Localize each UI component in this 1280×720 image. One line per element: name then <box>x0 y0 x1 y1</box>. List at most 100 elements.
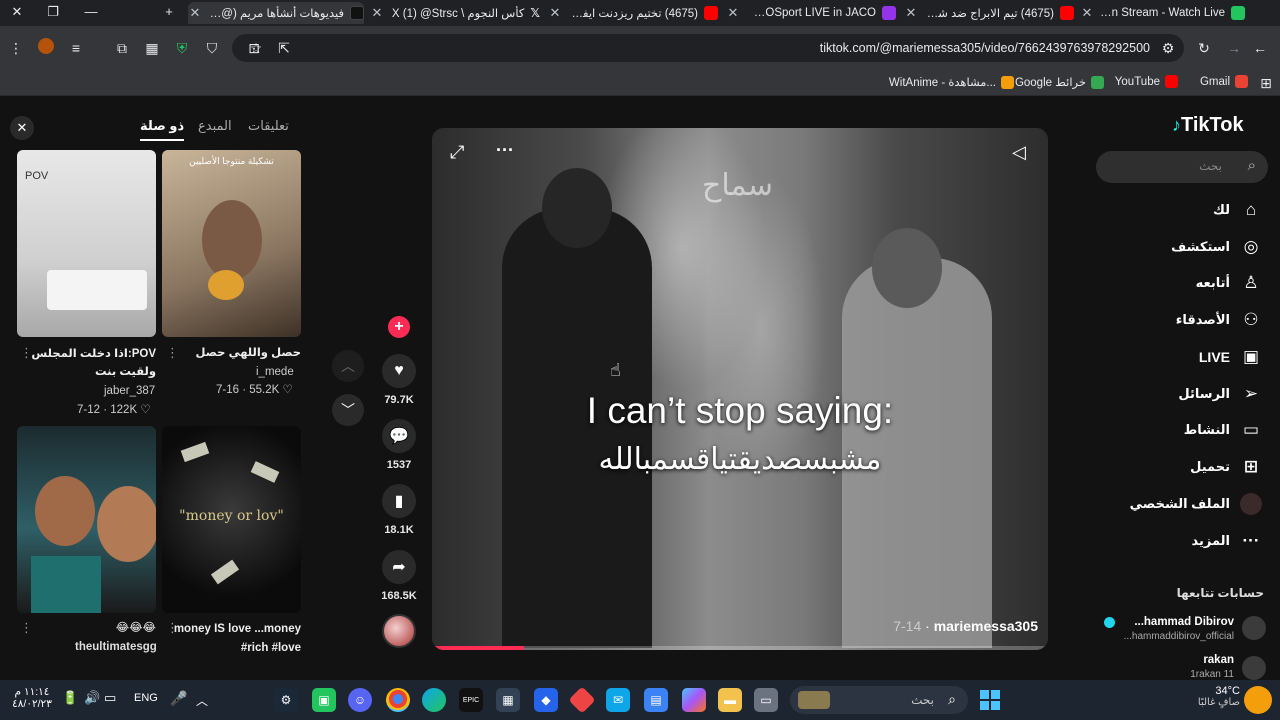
related-video-author[interactable]: jaber_387 <box>104 385 155 397</box>
related-video-caption[interactable]: POV:اذا دخلت المجلس ولقيت بنت بعمري#مايك… <box>17 345 156 381</box>
forward-arrow-icon[interactable]: → <box>1224 38 1244 58</box>
steam-icon[interactable]: ⚙ <box>274 688 298 712</box>
clock[interactable]: ١١:١٤ م ٤٨/٠٢/٢٣ <box>10 686 54 710</box>
video-progress-track[interactable] <box>432 646 1048 650</box>
tab-close-icon[interactable]: ✕ <box>1080 5 1094 21</box>
display-icon[interactable]: ▭ <box>104 690 116 706</box>
language-indicator[interactable]: ENG <box>134 692 158 704</box>
more-options-icon[interactable]: ⋮ <box>166 620 179 636</box>
related-video-author[interactable]: i_mede <box>256 366 294 378</box>
reload-icon[interactable]: ↻ <box>1194 38 1214 58</box>
back-arrow-icon[interactable]: ← <box>1250 38 1270 58</box>
bookmark-youtube[interactable]: YouTube <box>1115 75 1178 88</box>
nav-user-follow[interactable]: ♙ أتابعه <box>1196 272 1262 294</box>
tiktok-logo[interactable]: ♪TikTok <box>1172 114 1244 137</box>
edge-icon[interactable] <box>422 688 446 712</box>
nav-send[interactable]: ➢ الرسائل <box>1178 383 1262 405</box>
next-video-button[interactable]: ﹀ <box>332 394 364 426</box>
restore-window-icon[interactable]: ❐ <box>44 4 62 20</box>
related-video-author[interactable]: theultimatesgg <box>75 641 157 653</box>
related-video-thumbnail[interactable]: "money or lov" <box>162 426 301 613</box>
minimize-window-icon[interactable]: — <box>82 4 100 20</box>
nav-compass[interactable]: ◎ استكشف <box>1171 236 1262 258</box>
nav-activity[interactable]: ▭ النشاط <box>1184 419 1262 441</box>
tab-related[interactable]: ذو صلة <box>140 118 185 141</box>
app-green-icon[interactable]: ▣ <box>312 688 336 712</box>
bookmark-witanime[interactable]: WitAnime - مشاهدة... <box>889 75 1014 89</box>
tab-jacosport[interactable]: ✕ JACOSport LIVE in JACO - <box>726 2 896 24</box>
like-button[interactable]: ♥ 79.7K <box>380 354 418 406</box>
save-button[interactable]: ▮ 18.1K <box>380 484 418 536</box>
tab-close-icon[interactable]: ✕ <box>370 5 384 21</box>
previous-video-button[interactable]: ︿ <box>332 350 364 382</box>
address-bar[interactable]: ⊡ ⇱ ☆ tiktok.com/@mariemessa305/video/76… <box>232 34 1184 62</box>
bookmark-google-maps[interactable]: Google خرائط <box>1015 75 1104 89</box>
tab-youtube-1[interactable]: ✕ (4675) تيم الابراج ضد شونق <box>904 2 1074 24</box>
weather-icon[interactable] <box>1244 686 1272 714</box>
nav-profile[interactable]: الملف الشخصي <box>1130 493 1262 515</box>
tray-chevron-icon[interactable]: ︿ <box>196 692 208 709</box>
tab-close-icon[interactable]: ✕ <box>188 5 202 21</box>
star-icon[interactable]: ☆ <box>246 38 266 58</box>
microphone-icon[interactable]: 🎤 <box>170 690 187 707</box>
share-icon[interactable]: ⇱ <box>274 38 294 58</box>
outlook-icon[interactable]: ✉ <box>606 688 630 712</box>
comment-button[interactable]: 💬 1537 <box>380 419 418 471</box>
extensions-icon[interactable]: ⧉ <box>112 38 132 58</box>
related-video-caption[interactable]: حصل واللهي حصل <box>162 345 302 359</box>
app-diamond-icon[interactable] <box>568 686 596 714</box>
nav-live[interactable]: ▣ LIVE <box>1199 346 1262 368</box>
store-icon[interactable]: ▤ <box>644 688 668 712</box>
nav-more[interactable]: ··· المزيد <box>1191 530 1262 552</box>
tab-youtube-2[interactable]: ✕ (4675) تختيم ريزدنت ايفل 7 <box>548 2 718 24</box>
apps-grid-icon[interactable]: ⊞ <box>1256 73 1276 93</box>
shield-green-icon[interactable]: ⛨ <box>172 38 192 58</box>
video-author-line[interactable]: 7-14 · mariemessa305 <box>893 618 1038 634</box>
following-account[interactable]: ...hammad Dibirov ...hammaddibirov_offic… <box>1100 612 1266 642</box>
dropbox-icon[interactable]: ◆ <box>534 688 558 712</box>
search-input[interactable]: بحث ⌕ <box>1096 151 1268 183</box>
fullscreen-icon[interactable]: ⤢ <box>450 142 464 163</box>
tab-close-icon[interactable]: ✕ <box>726 5 740 21</box>
tab-creator[interactable]: المبدع <box>198 118 232 134</box>
share-button[interactable]: ➦ 168.5K <box>380 550 418 602</box>
video-player[interactable]: سماح I can’t stop saying: مشبسصديقتياقسم… <box>432 128 1048 650</box>
kebab-menu-icon[interactable]: ⋮ <box>6 38 26 58</box>
site-settings-icon[interactable]: ⚙ <box>1158 38 1178 58</box>
related-video-thumbnail[interactable]: POV <box>17 150 156 337</box>
app-icon[interactable]: ▦ <box>496 688 520 712</box>
extension-icon[interactable]: ▦ <box>142 38 162 58</box>
windows-start-icon[interactable] <box>978 688 1002 712</box>
taskbar-app-icon[interactable]: ▭ <box>754 688 778 712</box>
profile-avatar-icon[interactable] <box>36 38 56 58</box>
shield-icon[interactable]: ⛉ <box>202 38 222 58</box>
copilot-icon[interactable] <box>682 688 706 712</box>
taskbar-search[interactable]: ⌕ بحث <box>790 686 968 714</box>
volume-icon[interactable]: ◁ <box>1012 142 1026 163</box>
close-window-icon[interactable]: ✕ <box>8 4 26 20</box>
more-options-icon[interactable]: ⋮ <box>20 345 33 361</box>
follow-button[interactable]: + <box>380 316 418 338</box>
tab-brain-stream[interactable]: ✕ Brain Stream - Watch Live <box>1080 2 1245 24</box>
discord-icon[interactable]: ☺ <box>348 688 372 712</box>
related-video-thumbnail[interactable] <box>17 426 156 613</box>
chrome-icon[interactable] <box>386 688 410 712</box>
tab-comments[interactable]: تعليقات <box>248 118 289 134</box>
tab-tiktok-active[interactable]: ✕ فيديوهات أنشأها مريم (@m05 <box>188 2 364 24</box>
file-explorer-icon[interactable]: ▬ <box>718 688 742 712</box>
close-panel-icon[interactable]: ✕ <box>10 116 34 140</box>
tab-close-icon[interactable]: ✕ <box>548 5 562 21</box>
epic-games-icon[interactable]: EPIC <box>459 688 483 712</box>
following-account[interactable]: rakan 1rakan 11 <box>1100 652 1266 680</box>
volume-icon[interactable]: 🔊 <box>84 690 100 706</box>
battery-icon[interactable]: 🔋 <box>62 690 78 706</box>
more-options-icon[interactable]: ⋮ <box>20 620 33 636</box>
search-icon[interactable]: ⌕ <box>1248 157 1256 174</box>
tab-x[interactable]: ✕ كأس النجوم \ X (1) @Strsc 𝕏 <box>370 2 540 24</box>
tab-close-icon[interactable]: ✕ <box>904 5 918 21</box>
nav-upload[interactable]: ⊞ تحميل <box>1190 456 1262 478</box>
more-options-icon[interactable]: ⋮ <box>166 345 179 361</box>
nav-friends[interactable]: ⚇ الأصدقاء <box>1176 309 1262 331</box>
nav-home[interactable]: ⌂ لك <box>1213 199 1262 221</box>
related-video-caption[interactable]: money IS love ...money #rich #love <box>162 620 301 658</box>
